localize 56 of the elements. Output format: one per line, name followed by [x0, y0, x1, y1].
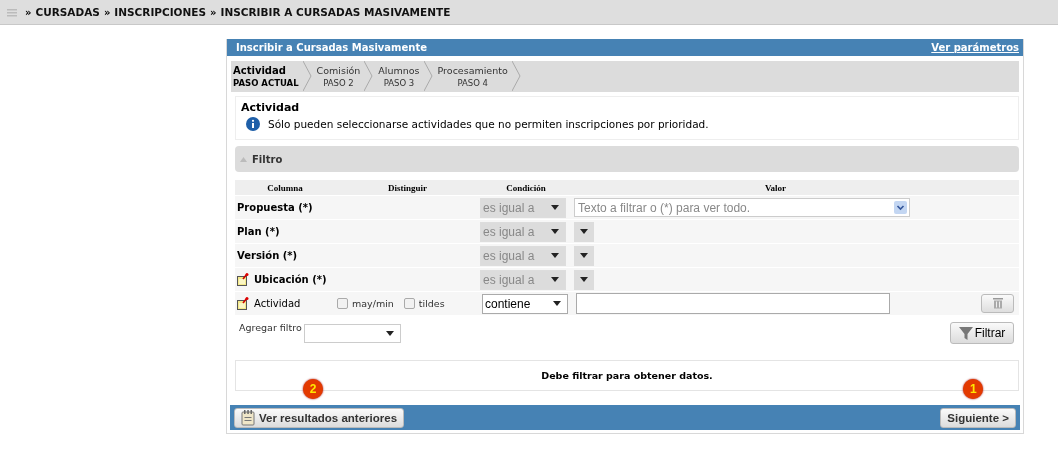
caret-icon	[551, 229, 559, 234]
checkbox[interactable]	[337, 298, 348, 309]
column-header: Condición	[505, 182, 547, 193]
panel-title: Inscribir a Cursadas Masivamente	[236, 42, 427, 53]
caret-icon	[553, 301, 561, 306]
step-divider	[423, 61, 433, 91]
filter-header[interactable]: Filtro	[235, 146, 1019, 172]
dropdown-icon	[894, 201, 907, 214]
filter-label: Ubicación (*)	[254, 274, 327, 285]
add-filter-label: Agregar filtro	[239, 322, 302, 333]
menu-icon	[7, 7, 17, 17]
caret-icon	[580, 229, 588, 234]
number-badge: 1	[963, 378, 984, 399]
caret-icon	[580, 253, 588, 258]
wizard-step[interactable]: Actividad PASO ACTUAL	[231, 61, 301, 92]
info-heading: Actividad	[241, 101, 301, 114]
filter-label: Versión (*)	[237, 250, 298, 261]
caret-icon	[385, 330, 394, 336]
caret-icon	[551, 277, 559, 282]
breadcrumb-item[interactable]: CURSADAS	[35, 6, 100, 18]
delete-button[interactable]	[981, 294, 1014, 313]
column-header: Valor	[763, 182, 788, 193]
caret-icon	[551, 253, 559, 258]
checkbox[interactable]	[403, 298, 415, 309]
breadcrumb-item[interactable]: INSCRIPCIONES	[114, 6, 207, 18]
value-field[interactable]	[576, 293, 890, 314]
filter-button[interactable]: Filtrar	[950, 322, 1014, 344]
filter-label: Actividad	[254, 298, 301, 309]
column-header: Columna	[266, 182, 304, 193]
caret-icon	[551, 205, 559, 210]
info-icon	[246, 117, 260, 131]
wizard-step[interactable]: Alumnos PASO 3	[375, 61, 422, 92]
caret-icon	[580, 277, 588, 282]
add-filter-select[interactable]	[303, 323, 401, 343]
breadcrumb-separator: »	[210, 6, 217, 18]
breadcrumb-item[interactable]: INSCRIBIR A CURSADAS MASIVAMENTE	[220, 6, 451, 18]
checkbox-label: may/min	[352, 298, 394, 309]
wizard-step[interactable]: Comisión PASO 2	[313, 61, 363, 92]
column-header: Distinguir	[387, 182, 428, 193]
checkbox-label: tildes	[418, 298, 445, 309]
wizard-step[interactable]: Procesamiento PASO 4	[434, 61, 510, 92]
trash-icon	[992, 298, 1003, 309]
breadcrumb-separator: »	[103, 6, 111, 18]
condition-select[interactable]: contiene	[482, 293, 568, 314]
filter-label: Plan (*)	[237, 226, 280, 237]
parameters-link[interactable]: Ver parámetros	[931, 42, 1019, 53]
filter-title: Filtro	[252, 153, 283, 165]
step-divider	[302, 61, 312, 91]
info-message: Sólo pueden seleccionarse actividades que no permiten inscripciones por prioridad.	[268, 118, 709, 130]
filter-label: Propuesta (*)	[237, 202, 313, 213]
number-badge: 2	[303, 378, 323, 399]
notepad-icon	[241, 409, 255, 426]
step-divider	[364, 61, 374, 91]
funnel-icon	[958, 326, 973, 340]
breadcrumb-separator: »	[25, 6, 32, 18]
step-divider	[511, 61, 521, 91]
